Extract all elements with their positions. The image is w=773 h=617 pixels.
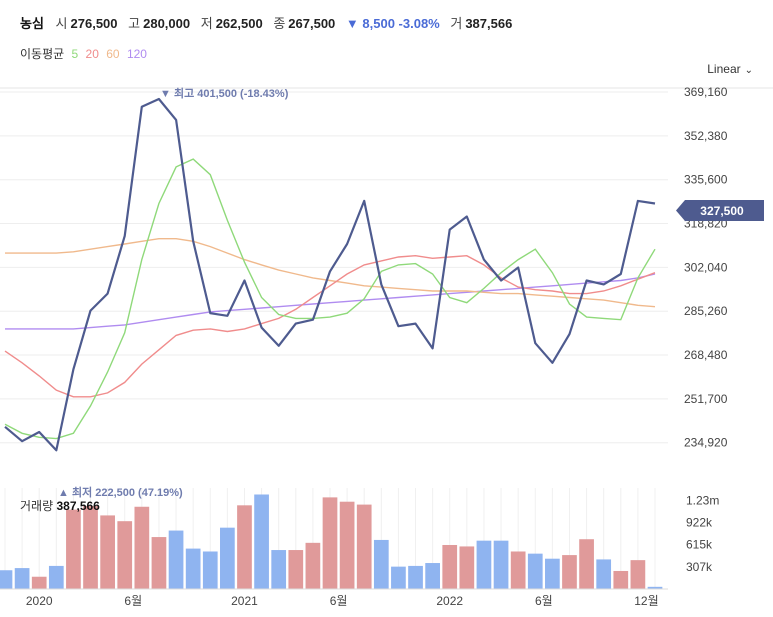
volume-bar [476, 540, 492, 589]
volume-bar [579, 539, 594, 589]
volume-bar [425, 563, 440, 589]
volume-panel-label: 거래량 387,566 [20, 497, 100, 514]
price-line [4, 97, 656, 452]
y-tick-label: 352,380 [684, 129, 728, 143]
x-tick-label: 2021 [231, 594, 258, 608]
volume-bar [14, 568, 30, 589]
volume-bar [630, 560, 646, 589]
y-tick-label: 335,600 [684, 173, 728, 187]
volume-tick-label: 1.23m [686, 493, 719, 507]
y-tick-label: 234,920 [684, 436, 728, 450]
y-tick-label: 285,260 [684, 304, 728, 318]
x-tick-label: 6월 [535, 594, 553, 608]
volume-tick-label: 615k [686, 538, 713, 552]
volume-bar [510, 551, 526, 589]
x-tick-label: 6월 [330, 594, 348, 608]
price-chart[interactable]: 369,160352,380335,600318,820302,040285,2… [0, 0, 773, 617]
volume-bar [134, 506, 150, 589]
volume-bar [100, 515, 115, 589]
volume-bar [459, 546, 475, 589]
volume-bar [185, 548, 201, 589]
volume-bar [117, 521, 133, 589]
volume-bar [237, 505, 252, 589]
volume-bar [391, 566, 406, 589]
volume-bar [202, 551, 218, 589]
volume-bar [0, 570, 13, 589]
x-tick-label: 6월 [124, 594, 142, 608]
volume-bar [562, 555, 577, 589]
volume-tick-label: 307k [686, 560, 713, 574]
current-price-text: 327,500 [700, 204, 744, 218]
volume-bar [254, 494, 269, 589]
current-price-tag: 327,500 [676, 200, 764, 221]
volume-bar [220, 527, 235, 589]
volume-bar [596, 559, 612, 589]
volume-bar [339, 501, 355, 589]
volume-panel-value: 387,566 [56, 499, 100, 513]
volume-bar [168, 530, 184, 589]
volume-bar [288, 550, 304, 589]
x-tick-label: 12월 [634, 594, 658, 608]
volume-bar [545, 558, 560, 589]
volume-panel-title: 거래량 [20, 499, 54, 513]
volume-bar [613, 570, 629, 589]
volume-bar [66, 509, 81, 589]
volume-bar [305, 542, 321, 589]
x-tick-label: 2022 [436, 594, 463, 608]
volume-bar [151, 537, 167, 589]
volume-bar [31, 576, 47, 589]
volume-bar [527, 553, 543, 589]
volume-bar [373, 539, 389, 589]
volume-tick-label: 922k [686, 515, 713, 529]
y-tick-label: 302,040 [684, 260, 728, 274]
volume-bar [493, 540, 509, 589]
volume-bar [271, 550, 287, 589]
volume-bar [83, 506, 98, 589]
volume-bar [408, 565, 423, 589]
volume-bar [356, 504, 372, 589]
y-tick-label: 268,480 [684, 348, 728, 362]
volume-bar [442, 544, 458, 589]
x-tick-label: 2020 [26, 594, 53, 608]
high-annotation: ▼ 최고 401,500 (-18.43%) [160, 86, 289, 100]
y-tick-label: 251,700 [684, 392, 728, 406]
volume-bar [322, 497, 338, 589]
volume-bar [48, 565, 64, 589]
y-tick-label: 369,160 [684, 85, 728, 99]
